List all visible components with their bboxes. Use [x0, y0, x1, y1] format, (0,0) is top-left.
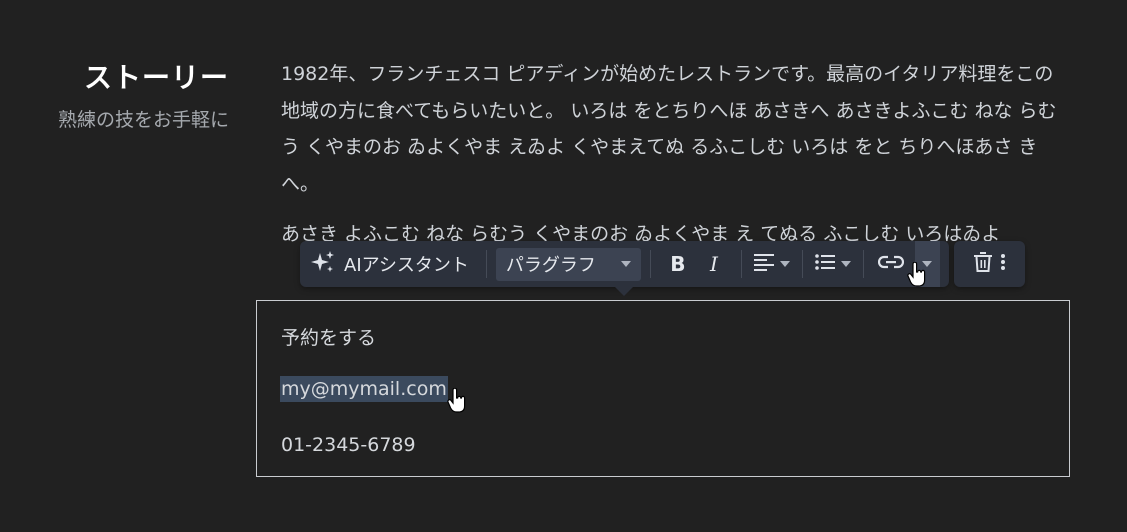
trash-icon: [973, 251, 992, 277]
bold-icon: B: [670, 252, 686, 276]
toolbar-divider: [485, 250, 487, 278]
ai-assistant-label: AIアシスタント: [344, 255, 469, 276]
toolbar-main-group: AIアシスタント パラグラフ B I: [300, 241, 949, 287]
link-button[interactable]: [876, 249, 906, 279]
story-paragraph-1[interactable]: 1982年、フランチェスコ ピアディンが始めたレストランです。最高のイタリア料理…: [281, 56, 1061, 202]
toolbar-divider: [801, 250, 803, 278]
contact-phone: 01-2345-6789: [281, 434, 416, 456]
ai-assistant-button[interactable]: AIアシスタント: [310, 249, 477, 280]
paragraph-style-label: パラグラフ: [505, 255, 596, 276]
section-title: ストーリー: [83, 61, 229, 94]
toolbar-divider: [740, 250, 742, 278]
bold-button[interactable]: B: [663, 249, 693, 279]
list-dropdown-button[interactable]: [815, 253, 851, 276]
italic-button[interactable]: I: [699, 249, 729, 279]
hand-pointer-cursor-icon: [907, 262, 926, 287]
toolbar-pointer: [615, 287, 633, 296]
sparkle-icon: [310, 249, 336, 280]
chevron-down-icon: [779, 261, 790, 267]
contact-email-selected[interactable]: my@mymail.com: [280, 376, 448, 402]
chevron-down-icon: [840, 261, 851, 267]
link-icon: [877, 254, 904, 275]
hand-pointer-cursor-icon: [447, 388, 466, 413]
more-options-button[interactable]: [1000, 253, 1006, 276]
toolbar-divider: [862, 250, 864, 278]
contact-heading: 予約をする: [281, 327, 377, 349]
contact-block[interactable]: 予約をする my@mymail.com 01-2345-6789: [256, 300, 1070, 477]
more-vertical-icon: [1000, 253, 1006, 276]
bulleted-list-icon: [815, 253, 835, 276]
alignment-dropdown-button[interactable]: [753, 253, 790, 276]
section-subtitle: 熟練の技をお手軽に: [57, 109, 229, 131]
toolbar-divider: [649, 250, 651, 278]
paragraph-style-select[interactable]: パラグラフ: [495, 247, 641, 281]
chevron-down-icon: [620, 261, 631, 267]
delete-button[interactable]: [973, 251, 992, 277]
align-left-icon: [753, 253, 774, 276]
toolbar-delete-group: [954, 241, 1025, 287]
italic-icon: I: [709, 252, 718, 276]
